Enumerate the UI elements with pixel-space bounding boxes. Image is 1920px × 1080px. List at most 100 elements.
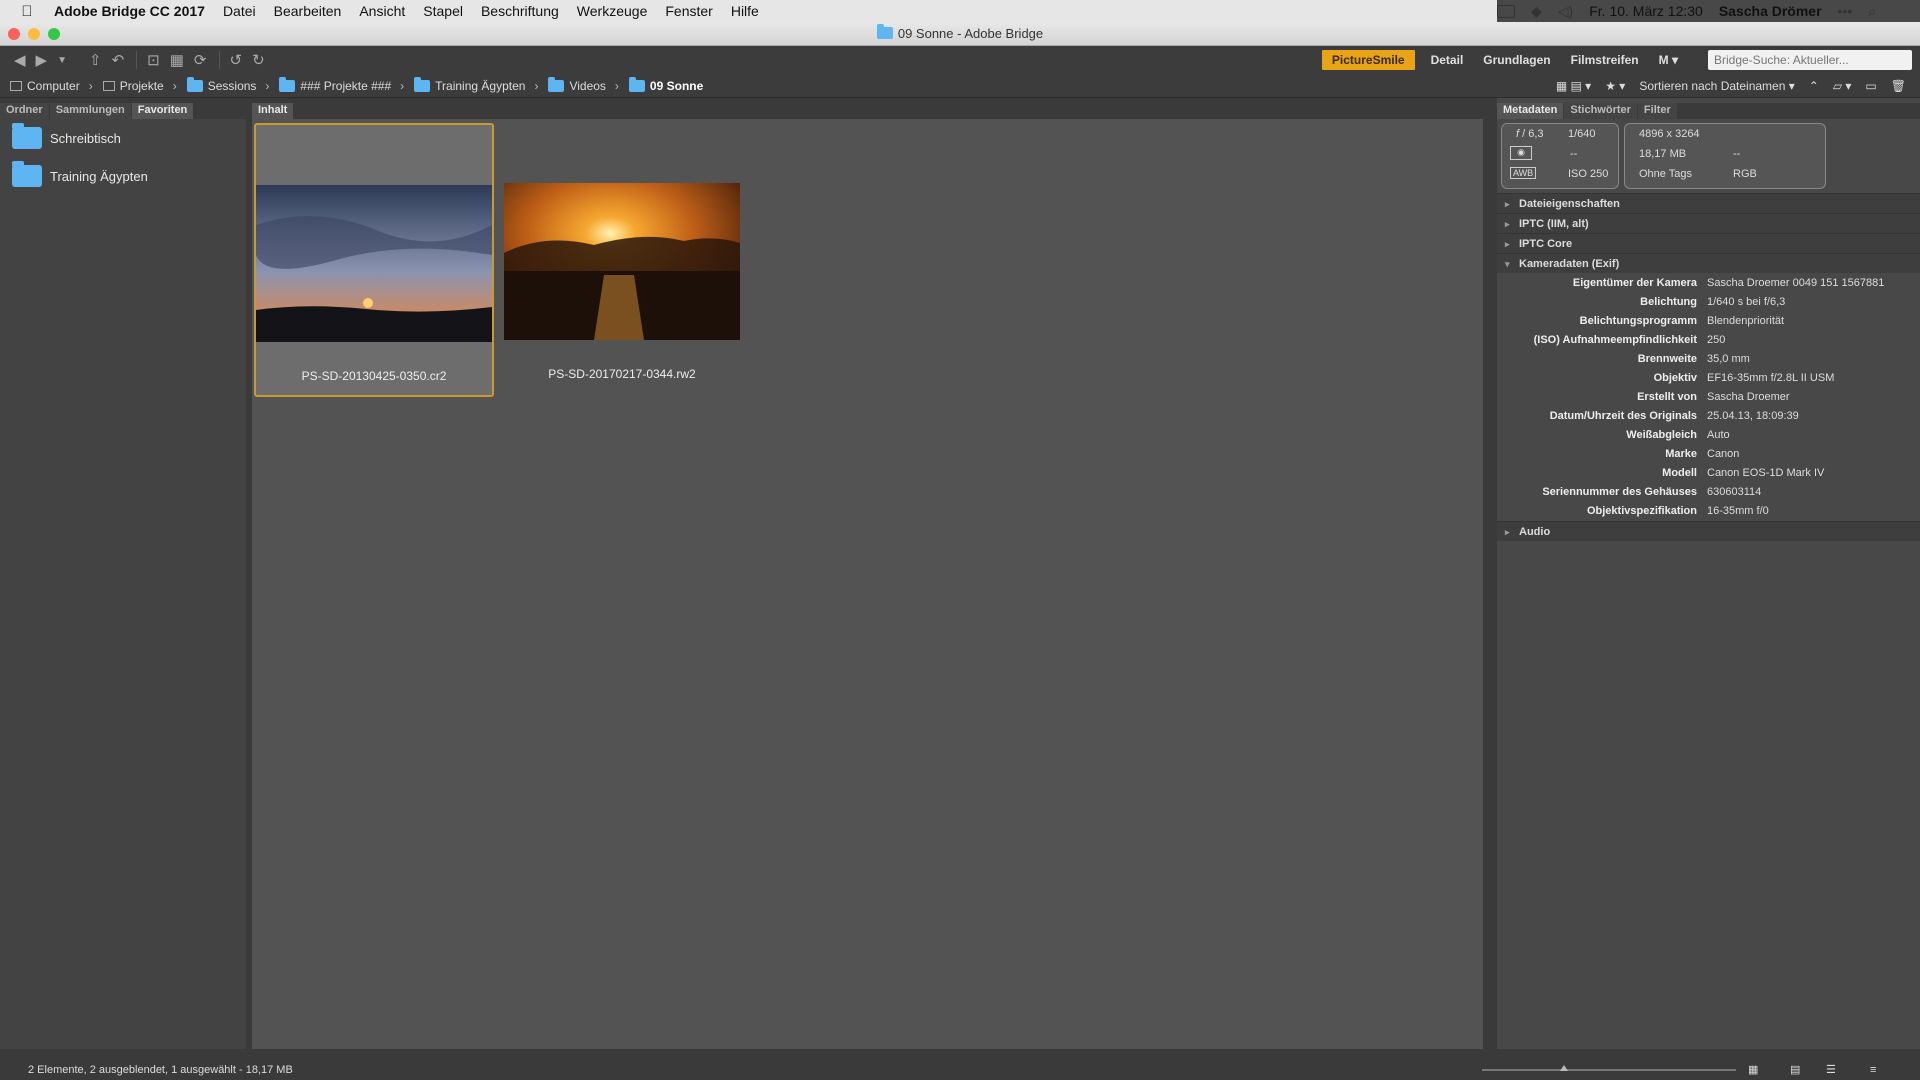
breadcrumb-current[interactable]: 09 Sonne [628,76,703,93]
workspace-more[interactable]: M ▾ [1649,50,1688,70]
favorite-schreibtisch[interactable]: Schreibtisch [0,119,246,157]
exif-value[interactable]: Sascha Droemer 0049 151 1567881 [1707,274,1884,293]
content-panel: Inhalt PS-SD-20130425-0350.cr2 PS-SD-201… [252,103,1483,1049]
star-filter-icon[interactable]: ★ ▾ [1605,79,1625,93]
breadcrumb-training[interactable]: Training Ägypten › [414,76,538,93]
tab-metadaten[interactable]: Metadaten [1497,103,1564,119]
rotate-right-icon[interactable]: ↻ [252,51,265,69]
open-recent-icon[interactable]: ▱ ▾ [1833,79,1852,93]
refine-icon[interactable]: ▦ [170,51,184,69]
sort-direction-icon[interactable]: ⌃ [1809,79,1819,93]
menu-werkzeuge[interactable]: Werkzeuge [577,3,648,19]
slider-knob[interactable] [1560,1065,1568,1071]
history-dropdown-icon[interactable]: ▼ [57,55,67,66]
exif-value[interactable]: 1/640 s bei f/6,3 [1707,293,1785,312]
breadcrumb-videos[interactable]: Videos › [548,76,619,93]
sort-dropdown[interactable]: Sortieren nach Dateinamen ▾ [1639,79,1794,93]
thumbnail-item[interactable]: PS-SD-20130425-0350.cr2 [254,123,494,397]
exif-value[interactable]: EF16-35mm f/2.8L II USM [1707,369,1834,388]
tab-favoriten[interactable]: Favoriten [131,103,194,119]
more-icon[interactable]: ••• [1838,3,1853,19]
image-dimensions: 4896 x 3264 [1639,128,1700,140]
favorite-label: Schreibtisch [50,130,121,146]
workspace-more-label: M [1658,53,1669,67]
section-kameradaten[interactable]: Kameradaten (Exif) [1497,253,1920,274]
section-dateieigenschaften[interactable]: Dateieigenschaften [1497,193,1920,214]
section-iptc-iim[interactable]: IPTC (IIM, alt) [1497,213,1920,234]
tab-sammlungen[interactable]: Sammlungen [49,103,131,119]
tab-stichwoerter[interactable]: Stichwörter [1564,103,1637,119]
app-toolbar: ◀ ▶ ▼ ⇧ ↶ ⊡ ▦ ⟳ ↺ ↻ PictureSmile Detail … [0,46,1920,74]
menu-beschriftung[interactable]: Beschriftung [481,3,559,19]
breadcrumb-computer[interactable]: Computer › [10,79,93,93]
workspace-grundlagen[interactable]: Grundlagen [1473,50,1560,70]
boomerang-icon[interactable]: ↶ [112,51,125,69]
clock[interactable]: Fr. 10. März 12:30 [1589,3,1703,19]
apple-icon[interactable]:  [0,3,54,20]
exif-value[interactable]: Canon [1707,445,1739,464]
workspace-filmstreifen[interactable]: Filmstreifen [1561,50,1649,70]
bridge-search-input[interactable] [1708,50,1912,70]
thumbnail-filename: PS-SD-20170217-0344.rw2 [548,367,696,381]
open-in-camera-raw-icon[interactable]: ⟳ [194,51,207,69]
exif-value[interactable]: Canon EOS-1D Mark IV [1707,464,1824,483]
exif-key: Objektivspezifikation [1586,505,1697,517]
workspace-detail[interactable]: Detail [1421,50,1474,70]
app-menu[interactable]: Adobe Bridge CC 2017 [54,3,205,19]
breadcrumb-projekte-root[interactable]: ### Projekte ### › [279,76,404,93]
menu-ansicht[interactable]: Ansicht [359,3,405,19]
toolbar-divider [218,51,220,69]
get-photos-icon[interactable]: ⊡ [147,51,160,69]
menu-fenster[interactable]: Fenster [665,3,712,19]
menu-bearbeiten[interactable]: Bearbeiten [274,3,342,19]
aperture-value: f / 6,3 [1516,128,1544,140]
rotate-left-icon[interactable]: ↺ [230,51,243,69]
screen-capture-icon[interactable] [1497,4,1515,18]
view-grid-icon[interactable]: ▦ [1748,1060,1758,1080]
thumbnail-quality-icon[interactable]: ▦ ▤ ▾ [1556,79,1591,93]
metadata-panel: Metadaten Stichwörter Filter f / 6,3 1/6… [1497,103,1920,1049]
back-arrow-icon[interactable]: ◀ [14,51,26,69]
computer-icon [10,80,22,91]
exif-value[interactable]: 250 [1707,331,1725,350]
new-folder-icon[interactable]: ▭ [1865,79,1876,93]
breadcrumb-projekte[interactable]: Projekte › [102,79,177,93]
view-details-icon[interactable]: ☰ [1826,1060,1836,1080]
favorite-training[interactable]: Training Ägypten [0,157,246,195]
section-audio[interactable]: Audio [1497,521,1920,542]
trash-icon[interactable]: 🗑 [1891,79,1906,93]
menu-hilfe[interactable]: Hilfe [731,3,759,19]
folder-icon [12,123,42,149]
menu-datei[interactable]: Datei [223,3,256,19]
breadcrumb-sessions[interactable]: Sessions › [186,76,269,93]
exif-value[interactable]: Blendenpriorität [1707,312,1784,331]
breadcrumb-label: Training Ägypten [435,78,526,93]
go-to-parent-icon[interactable]: ⇧ [89,51,102,69]
sunset-thumbnail-1 [256,185,492,342]
exif-list: Eigentümer der Kamera Sascha Droemer 0049… [1497,273,1920,521]
view-thumbnails-icon[interactable]: ▤ [1790,1060,1800,1080]
exif-value[interactable]: Auto [1707,426,1730,445]
tab-filter[interactable]: Filter [1637,103,1677,119]
exif-value[interactable]: 630603114 [1707,483,1761,502]
exif-value[interactable]: 25.04.13, 18:09:39 [1707,407,1799,426]
view-list-icon[interactable]: ≡ [1870,1060,1876,1080]
window-title-bar: 09 Sonne - Adobe Bridge [0,22,1920,46]
tab-inhalt[interactable]: Inhalt [252,103,294,119]
exif-value[interactable]: 35,0 mm [1707,350,1750,369]
dropbox-icon[interactable]: ◆ [1531,3,1542,20]
forward-arrow-icon[interactable]: ▶ [36,51,48,69]
workspace-picturesmile[interactable]: PictureSmile [1321,50,1415,70]
spotlight-search-icon[interactable]: ⌕ [1868,3,1876,20]
tab-ordner[interactable]: Ordner [0,103,49,119]
resolution-value: -- [1733,148,1741,160]
volume-icon[interactable]: ◁) [1558,3,1573,20]
thumbnail-item[interactable]: PS-SD-20170217-0344.rw2 [502,123,742,397]
exif-value[interactable]: 16-35mm f/0 [1707,502,1769,521]
thumbnail-size-slider[interactable] [1482,1065,1736,1071]
exif-key: Belichtungsprogramm [1579,315,1697,327]
user-name[interactable]: Sascha Drömer [1719,3,1822,19]
section-iptc-core[interactable]: IPTC Core [1497,233,1920,254]
menu-stapel[interactable]: Stapel [423,3,463,19]
exif-value[interactable]: Sascha Droemer [1707,388,1790,407]
